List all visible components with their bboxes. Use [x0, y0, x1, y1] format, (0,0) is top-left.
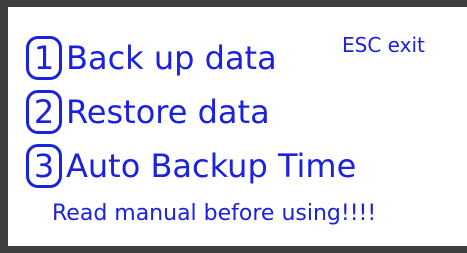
menu-item-label: Auto Backup Time [66, 147, 357, 185]
menu-item-label: Back up data [66, 39, 277, 77]
menu-item-number-badge: 1 [26, 36, 62, 80]
menu-item-auto-backup-time[interactable]: 3 Auto Backup Time [26, 141, 356, 191]
lcd-screen: 1 Back up data ESC exit 2 Restore data 3… [8, 7, 467, 246]
menu-item-restore-data[interactable]: 2 Restore data [26, 87, 270, 137]
menu-item-number-badge: 3 [26, 144, 62, 188]
menu-item-label: Restore data [66, 93, 270, 131]
esc-exit-button[interactable]: ESC exit [342, 35, 425, 55]
manual-warning-text: Read manual before using!!!! [52, 201, 377, 226]
menu-item-number-badge: 2 [26, 90, 62, 134]
menu-item-back-up-data[interactable]: 1 Back up data [26, 33, 277, 83]
